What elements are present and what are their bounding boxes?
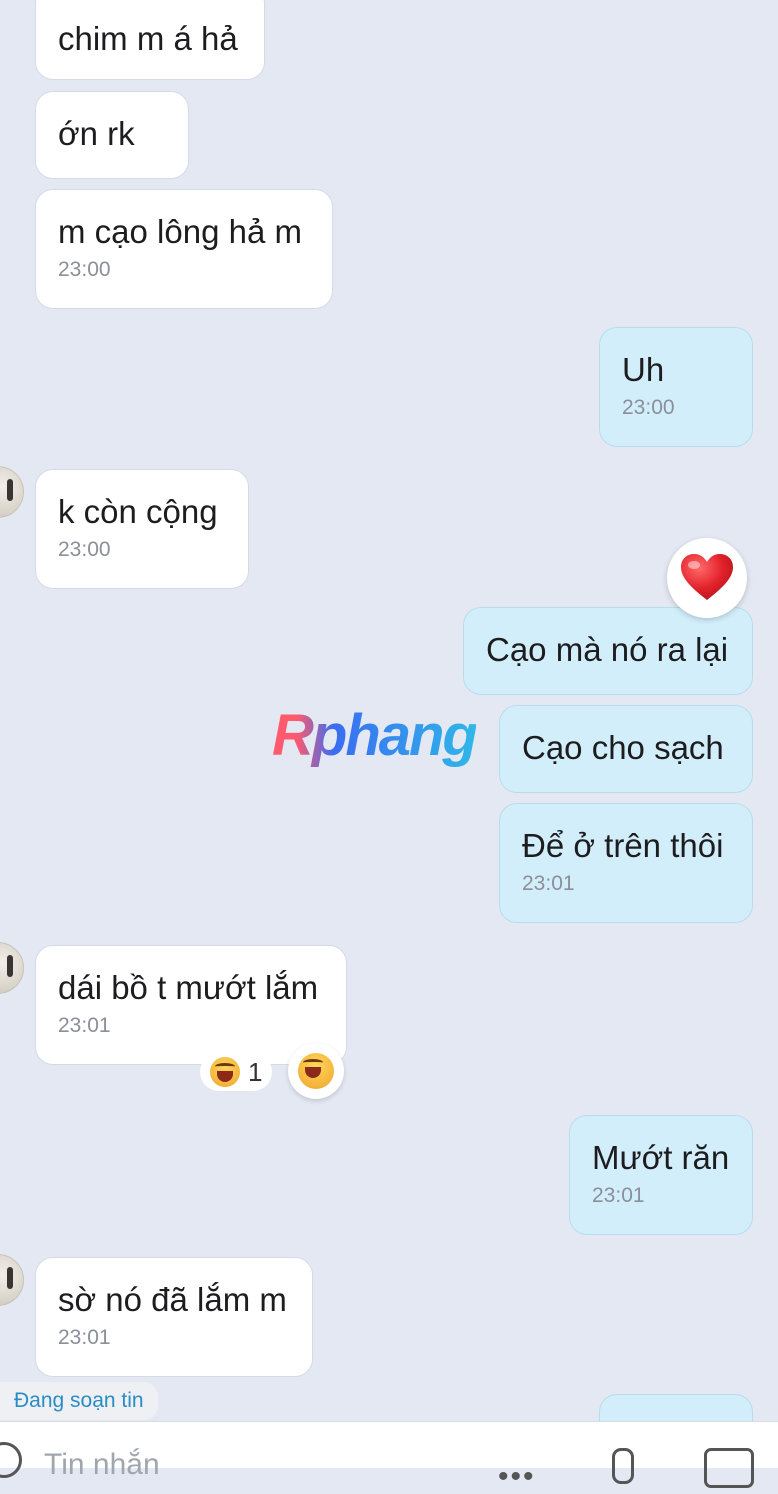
microphone-icon[interactable] bbox=[612, 1448, 634, 1484]
watermark-logo: Rphang bbox=[272, 703, 478, 768]
message-text: ớn rk bbox=[58, 115, 135, 152]
message-bubble-outgoing[interactable]: Để ở trên thôi 23:01 bbox=[499, 803, 753, 923]
message-bubble-incoming[interactable]: k còn cộng 23:00 bbox=[35, 469, 249, 589]
message-text: sờ nó đã lắm m bbox=[58, 1281, 287, 1318]
message-time: 23:00 bbox=[58, 258, 111, 281]
reaction-count: 1 bbox=[248, 1056, 263, 1087]
contact-avatar[interactable] bbox=[0, 942, 24, 994]
message-time: 23:01 bbox=[592, 1184, 645, 1207]
message-bubble-incoming[interactable]: m cạo lông hả m 23:00 bbox=[35, 189, 333, 309]
typing-indicator: Đang soạn tin bbox=[0, 1382, 158, 1420]
heart-icon bbox=[681, 554, 733, 600]
message-bubble-outgoing[interactable]: Mướt răn 23:01 bbox=[569, 1115, 753, 1235]
message-text: m cạo lông hả m bbox=[58, 213, 302, 250]
message-time: 23:01 bbox=[522, 872, 575, 895]
message-bubble-outgoing[interactable]: Uh 23:00 bbox=[599, 327, 753, 447]
message-text: Để ở trên thôi bbox=[522, 827, 724, 864]
message-bubble-outgoing[interactable]: Cạo cho sạch bbox=[499, 705, 753, 793]
image-icon[interactable] bbox=[704, 1448, 754, 1488]
message-time: 23:01 bbox=[58, 1326, 111, 1349]
message-bubble-incoming[interactable]: sờ nó đã lắm m 23:01 bbox=[35, 1257, 313, 1377]
heart-reaction[interactable] bbox=[667, 538, 747, 618]
reaction-summary[interactable]: 1 bbox=[200, 1053, 273, 1091]
message-text: chim m á hả bbox=[58, 20, 238, 57]
contact-avatar[interactable] bbox=[0, 466, 24, 518]
message-text: k còn cộng bbox=[58, 493, 218, 530]
message-time: 23:00 bbox=[58, 538, 111, 561]
laughing-face-icon bbox=[210, 1057, 240, 1087]
message-time: 23:01 bbox=[58, 1014, 111, 1037]
add-reaction-button[interactable] bbox=[288, 1043, 344, 1099]
message-text: dái bồ t mướt lắm bbox=[58, 969, 319, 1006]
message-bubble-incoming[interactable]: ớn rk bbox=[35, 91, 189, 179]
message-text: Uh bbox=[622, 351, 665, 388]
message-input[interactable]: Tin nhắn bbox=[44, 1448, 160, 1482]
message-bubble-outgoing[interactable]: Cạo mà nó ra lại bbox=[463, 607, 753, 695]
message-text: Cạo cho sạch bbox=[522, 729, 724, 766]
composer-bar: Tin nhắn ••• bbox=[0, 1421, 778, 1493]
message-text: Mướt răn bbox=[592, 1139, 730, 1176]
message-text: Cạo mà nó ra lại bbox=[486, 631, 729, 668]
laughing-face-icon bbox=[298, 1053, 334, 1089]
message-time: 23:00 bbox=[622, 396, 675, 419]
emoji-icon[interactable] bbox=[0, 1442, 22, 1478]
contact-avatar[interactable] bbox=[0, 1254, 24, 1306]
more-icon[interactable]: ••• bbox=[498, 1460, 536, 1494]
message-bubble-incoming[interactable]: chim m á hả bbox=[35, 0, 265, 80]
